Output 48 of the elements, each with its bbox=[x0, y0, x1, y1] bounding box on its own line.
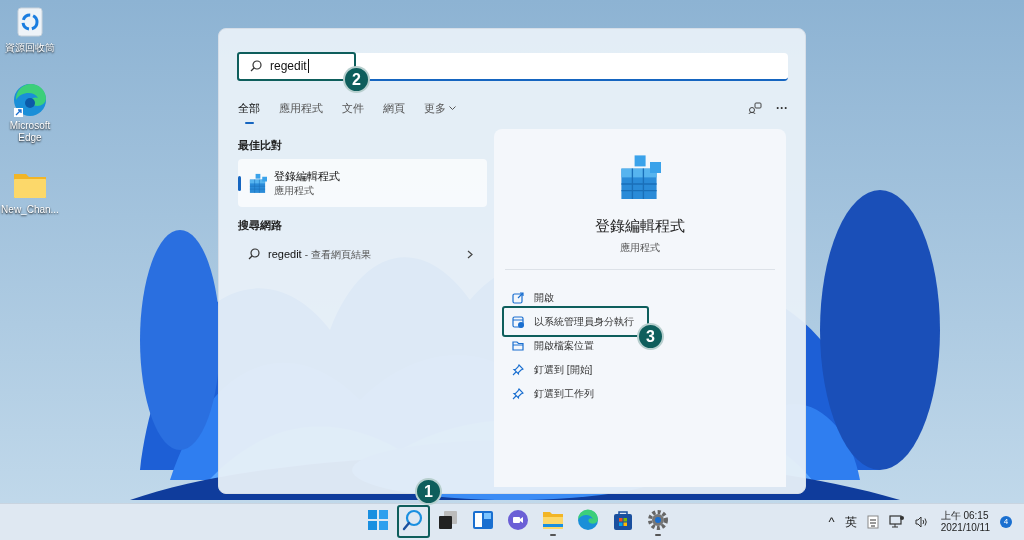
result-title: 登錄編輯程式 bbox=[274, 169, 340, 184]
tab[interactable]: 更多 bbox=[424, 96, 456, 120]
section-heading: 搜尋網路 bbox=[238, 218, 283, 233]
action-item[interactable]: 開啟檔案位置 bbox=[505, 333, 595, 358]
more-button[interactable]: ··· bbox=[776, 102, 788, 114]
desktop-icon-label: Microsoft Edge bbox=[8, 120, 52, 144]
action-item[interactable]: 釘選到工作列 bbox=[505, 381, 595, 406]
open-external-icon bbox=[512, 291, 525, 304]
result-subtitle: 應用程式 bbox=[274, 184, 315, 197]
notification-badge[interactable]: 4 bbox=[1000, 516, 1012, 528]
keyboard-icon[interactable] bbox=[866, 515, 879, 529]
ime-indicator[interactable]: 英 bbox=[844, 513, 857, 531]
app-title: 登錄編輯程式 bbox=[595, 216, 686, 236]
chevron-right-icon bbox=[467, 249, 474, 259]
desktop-icon-label: New_Chan... bbox=[0, 204, 60, 216]
speaker-icon[interactable] bbox=[914, 516, 927, 528]
edge-icon[interactable] bbox=[12, 82, 48, 118]
cubes-icon bbox=[248, 172, 268, 194]
search-icon bbox=[401, 508, 425, 532]
section-heading: 最佳比對 bbox=[238, 138, 283, 153]
shopping-bag-icon bbox=[611, 508, 635, 532]
chevron-down-icon bbox=[449, 105, 456, 111]
chat-icon bbox=[506, 508, 530, 532]
desktop-icon-label: 資源回收筒 bbox=[4, 42, 56, 54]
tray-caret[interactable]: ^ bbox=[828, 512, 835, 532]
network-icon[interactable] bbox=[888, 515, 905, 529]
best-match-item[interactable]: 登錄編輯程式 應用程式 bbox=[238, 159, 488, 207]
search-icon bbox=[250, 60, 262, 72]
widgets-icon bbox=[471, 508, 495, 532]
action-item[interactable]: 開啟 bbox=[505, 285, 555, 310]
search-icon bbox=[248, 248, 260, 260]
clock[interactable]: 上午 06:15 2021/10/11 bbox=[940, 510, 990, 534]
highlight-frame bbox=[397, 505, 430, 538]
tab[interactable]: 應用程式 bbox=[279, 96, 323, 120]
app-subtitle: 應用程式 bbox=[620, 240, 661, 255]
action-item[interactable]: 以系統管理員身分執行 bbox=[505, 309, 635, 334]
edge-icon bbox=[576, 508, 600, 532]
tab[interactable]: 網頁 bbox=[383, 96, 405, 120]
action-item[interactable]: 釘選到 [開始] bbox=[505, 357, 593, 382]
pin-icon bbox=[512, 387, 525, 400]
pin-icon bbox=[512, 363, 525, 376]
task-view-icon bbox=[436, 508, 460, 532]
gear-icon bbox=[646, 508, 670, 532]
web-search-item[interactable]: regedit - 查看網頁結果 bbox=[238, 239, 488, 269]
tab[interactable]: 文件 bbox=[342, 96, 364, 120]
windows-logo-icon bbox=[366, 508, 390, 532]
folder-icon bbox=[512, 339, 525, 352]
people-icon[interactable] bbox=[748, 101, 762, 115]
